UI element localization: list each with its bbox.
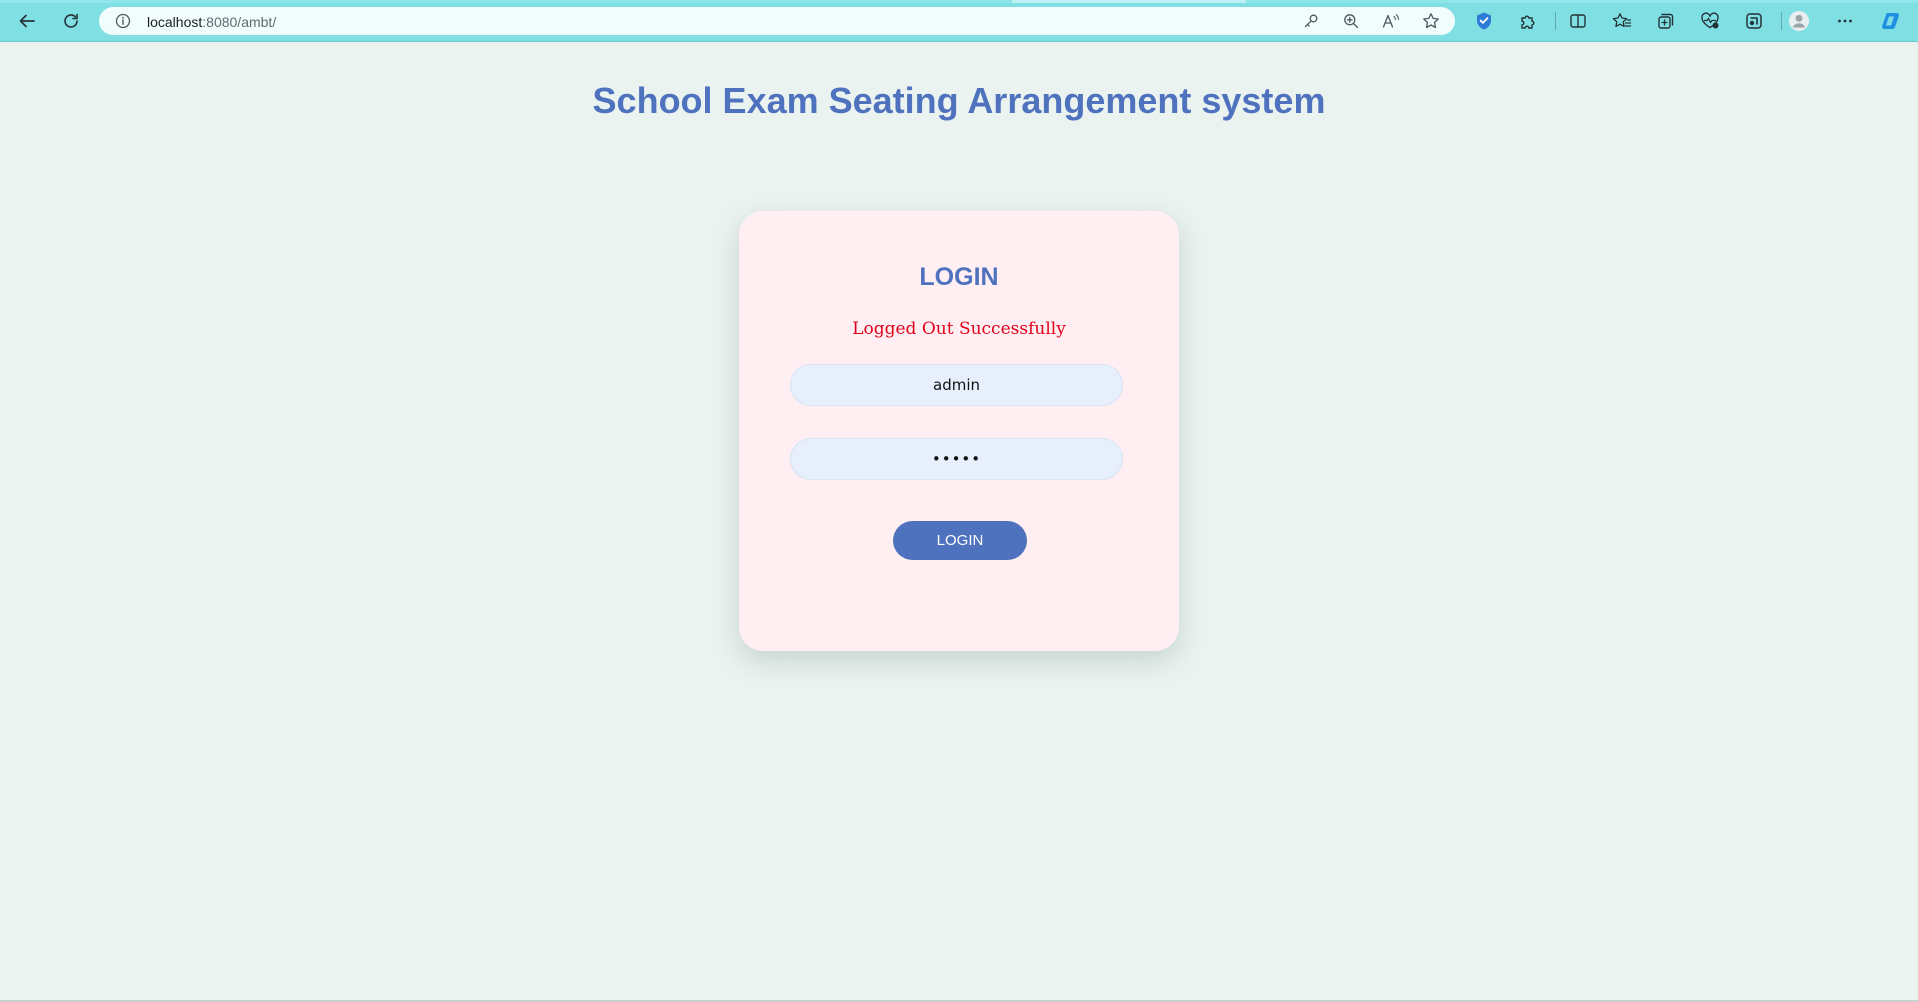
browser-toolbar: localhost:8080/ambt/ — [0, 0, 1918, 42]
logout-status-message: Logged Out Successfully — [852, 319, 1066, 339]
address-bar[interactable]: localhost:8080/ambt/ — [99, 7, 1455, 35]
url-host: localhost — [147, 14, 203, 30]
puzzle-icon[interactable] — [1515, 8, 1541, 34]
toolbar-separator — [1555, 12, 1556, 30]
page-load-progress — [0, 0, 1918, 3]
collections-icon[interactable] — [1653, 8, 1679, 34]
profile-icon[interactable] — [1786, 8, 1812, 34]
web-capture-icon[interactable] — [1741, 8, 1767, 34]
toolbar-separator — [1781, 12, 1782, 30]
split-screen-icon[interactable] — [1565, 8, 1591, 34]
key-icon[interactable] — [1301, 11, 1321, 31]
more-icon[interactable] — [1832, 8, 1858, 34]
page-title: School Exam Seating Arrangement system — [592, 80, 1326, 121]
refresh-icon[interactable] — [58, 8, 84, 34]
copilot-icon[interactable] — [1878, 8, 1904, 34]
heart-pulse-icon[interactable] — [1697, 8, 1723, 34]
username-field[interactable] — [790, 364, 1123, 406]
favorites-icon[interactable] — [1609, 8, 1635, 34]
login-card: LOGIN Logged Out Successfully LOGIN — [739, 211, 1179, 651]
password-field[interactable] — [790, 438, 1123, 480]
login-heading: LOGIN — [919, 263, 999, 291]
url-path: :8080/ambt/ — [202, 14, 277, 30]
url-text[interactable]: localhost:8080/ambt/ — [147, 14, 276, 30]
read-aloud-icon[interactable] — [1381, 11, 1401, 31]
info-icon[interactable] — [113, 11, 133, 31]
login-button[interactable]: LOGIN — [893, 521, 1027, 560]
extension-icon[interactable] — [1471, 8, 1497, 34]
zoom-icon[interactable] — [1341, 11, 1361, 31]
star-icon[interactable] — [1421, 11, 1441, 31]
back-arrow-icon[interactable] — [14, 8, 40, 34]
